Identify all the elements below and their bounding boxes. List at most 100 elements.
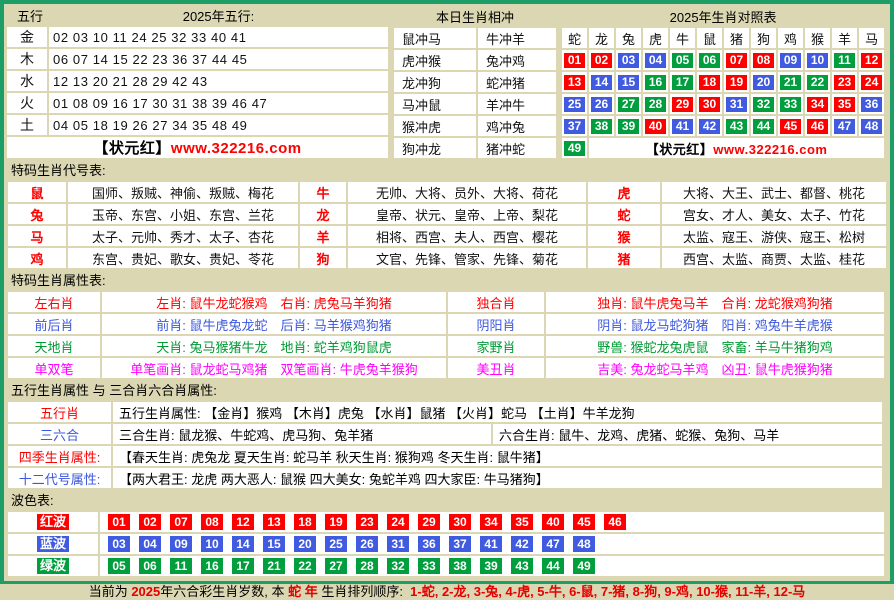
zodiac-number-cell: 27: [616, 94, 641, 114]
zodiac-label: 猪: [588, 248, 660, 268]
table-row: 前后肖 前肖: 鼠牛虎兔龙蛇 后肖: 马羊猴鸡狗猪 阴阳肖 阴肖: 鼠龙马蛇狗猪…: [8, 314, 884, 334]
zodiac-label: 虎: [588, 182, 660, 202]
zodiac-header-row: 蛇龙兔虎牛鼠猪狗鸡猴羊马: [562, 28, 884, 48]
element-label: 火: [7, 93, 47, 113]
zodiac-number-cell: 43: [724, 116, 749, 136]
top-tables: 五行 2025年五行: 金 02 03 10 11 24 25 32 33 40…: [5, 4, 890, 160]
zodiac-header-cell: 牛: [670, 28, 695, 48]
number-badge: 22: [294, 558, 316, 574]
number-badge: 46: [604, 514, 626, 530]
zodiac-number-cell: 22: [805, 72, 830, 92]
site-url[interactable]: www.322216.com: [713, 142, 827, 157]
green-wave-numbers: 05061116172122272832333839434449: [100, 556, 884, 576]
zodiac-header-cell: 鼠: [697, 28, 722, 48]
brand-name: 【状元红】: [93, 140, 171, 157]
zodiac-header-cell: 蛇: [562, 28, 587, 48]
five-elements-table: 五行 2025年五行: 金 02 03 10 11 24 25 32 33 40…: [5, 4, 390, 160]
clash-title: 本日生肖相冲: [394, 6, 556, 26]
zodiac-number-cell: 29: [670, 94, 695, 114]
combo-value: 六合生肖: 鼠牛、龙鸡、虎猪、蛇猴、兔狗、马羊: [493, 424, 882, 444]
table-row: 土 04 05 18 19 26 27 34 35 48 49: [7, 115, 388, 135]
zodiac-label: 鼠: [8, 182, 66, 202]
number-badge: 26: [591, 97, 612, 112]
zodiac-label: 鸡: [8, 248, 66, 268]
zodiac-number-cell: 23: [832, 72, 857, 92]
footer-year: 2025: [131, 584, 160, 599]
zodiac-number-cell: 21: [778, 72, 803, 92]
number-badge: 48: [861, 119, 882, 134]
zodiac-number-cell: 39: [616, 116, 641, 136]
element-numbers: 01 08 09 16 17 30 31 38 39 46 47: [49, 93, 388, 113]
number-badge: 34: [480, 514, 502, 530]
attribute-value: 野兽: 猴蛇龙兔虎鼠 家畜: 羊马牛猪狗鸡: [546, 336, 884, 356]
table-row: 绿波 05061116172122272832333839434449: [8, 556, 884, 576]
zodiac-number-cell: 07: [724, 50, 749, 70]
table-row: 单双笔 单笔画肖: 鼠龙蛇马鸡猪 双笔画肖: 牛虎兔羊猴狗 美丑肖 吉美: 兔龙…: [8, 358, 884, 378]
number-badge: 04: [139, 536, 161, 552]
table-row: 五行肖 五行生肖属性: 【金肖】猴鸡 【木肖】虎兔 【水肖】鼠猪 【火肖】蛇马 …: [8, 402, 882, 422]
footer-zodiac-year: 蛇 年: [288, 584, 318, 599]
zodiac-number-cell: 15: [616, 72, 641, 92]
number-badge: 31: [387, 536, 409, 552]
codename-value: 国师、叛贼、神偷、叛贼、梅花: [68, 182, 298, 202]
zodiac-chart-title: 2025年生肖对照表: [562, 6, 884, 26]
number-badge: 41: [480, 536, 502, 552]
number-badge: 22: [807, 75, 828, 90]
clash-cell: 马冲鼠: [394, 94, 476, 114]
footer-text: 当前为: [89, 584, 132, 599]
number-badge: 32: [753, 97, 774, 112]
codename-value: 文官、先锋、管家、先锋、菊花: [348, 248, 586, 268]
zodiac-label: 狗: [300, 248, 346, 268]
codename-value: 皇帝、状元、皇帝、上帝、梨花: [348, 204, 586, 224]
combo-value: 【春天生肖: 虎兔龙 夏天生肖: 蛇马羊 秋天生肖: 猴狗鸡 冬天生肖: 鼠牛猪…: [113, 446, 882, 466]
five-elements-header: 五行: [7, 6, 47, 25]
number-badge: 29: [672, 97, 693, 112]
red-wave-numbers: 0102070812131819232429303435404546: [100, 512, 884, 532]
number-badge: 36: [418, 536, 440, 552]
zodiac-header-cell: 龙: [589, 28, 614, 48]
zodiac-label: 牛: [300, 182, 346, 202]
number-badge: 29: [418, 514, 440, 530]
number-badge: 45: [780, 119, 801, 134]
zodiac-label: 龙: [300, 204, 346, 224]
wave-label-cell: 绿波: [8, 556, 98, 576]
zodiac-chart-table: 2025年生肖对照表 蛇龙兔虎牛鼠猪狗鸡猴羊马 0102030405060708…: [560, 4, 886, 160]
number-badge: 27: [618, 97, 639, 112]
number-badge: 39: [480, 558, 502, 574]
clash-cell: 蛇冲猪: [478, 72, 556, 92]
clash-table: 本日生肖相冲 鼠冲马 牛冲羊 虎冲猴 兔冲鸡 龙冲狗 蛇冲猪 马冲鼠 羊冲牛 猴…: [392, 4, 558, 160]
combos-section-title: 五行生肖属性 与 三合肖六合肖属性:: [4, 380, 890, 400]
table-row: 鼠 国师、叛贼、神偷、叛贼、梅花 牛 无帅、大将、员外、大将、荷花 虎 大将、大…: [8, 182, 886, 202]
site-url[interactable]: www.322216.com: [171, 140, 302, 157]
number-badge: 42: [699, 119, 720, 134]
zodiac-number-cell: 19: [724, 72, 749, 92]
zodiac-label: 蛇: [588, 204, 660, 224]
zodiac-number-cell: 02: [589, 50, 614, 70]
codename-value: 相将、西宫、夫人、西宫、樱花: [348, 226, 586, 246]
footer-bar: 当前为 2025年六合彩生肖岁数, 本 蛇 年 生肖排列顺序: 1-蛇, 2-龙…: [0, 584, 894, 600]
zodiac-number-cell: 37: [562, 116, 587, 136]
combo-label: 三六合: [8, 424, 111, 444]
combo-label: 四季生肖属性:: [8, 446, 111, 466]
zodiac-header-cell: 虎: [643, 28, 668, 48]
combo-label: 十二代号属性:: [8, 468, 111, 488]
number-badge: 25: [325, 536, 347, 552]
table-row: 兔 玉帝、东宫、小姐、东宫、兰花 龙 皇帝、状元、皇帝、上帝、梨花 蛇 宫女、才…: [8, 204, 886, 224]
number-badge: 30: [449, 514, 471, 530]
number-badge: 19: [726, 75, 747, 90]
codename-value: 东宫、贵妃、歌女、贵妃、苓花: [68, 248, 298, 268]
zodiac-number-cell: 35: [832, 94, 857, 114]
number-badge: 21: [263, 558, 285, 574]
element-numbers: 12 13 20 21 28 29 42 43: [49, 71, 388, 91]
zodiac-header-cell: 马: [859, 28, 884, 48]
clash-cell: 鼠冲马: [394, 28, 476, 48]
table-row: 三六合 三合生肖: 鼠龙猴、牛蛇鸡、虎马狗、兔羊猪 六合生肖: 鼠牛、龙鸡、虎猪…: [8, 424, 882, 444]
number-badge: 20: [294, 536, 316, 552]
number-badge: 49: [564, 141, 585, 156]
number-badge: 26: [356, 536, 378, 552]
number-badge: 11: [834, 53, 855, 68]
number-badge: 08: [753, 53, 774, 68]
number-badge: 13: [564, 75, 585, 90]
number-badge: 01: [564, 53, 585, 68]
clash-cell: 羊冲牛: [478, 94, 556, 114]
